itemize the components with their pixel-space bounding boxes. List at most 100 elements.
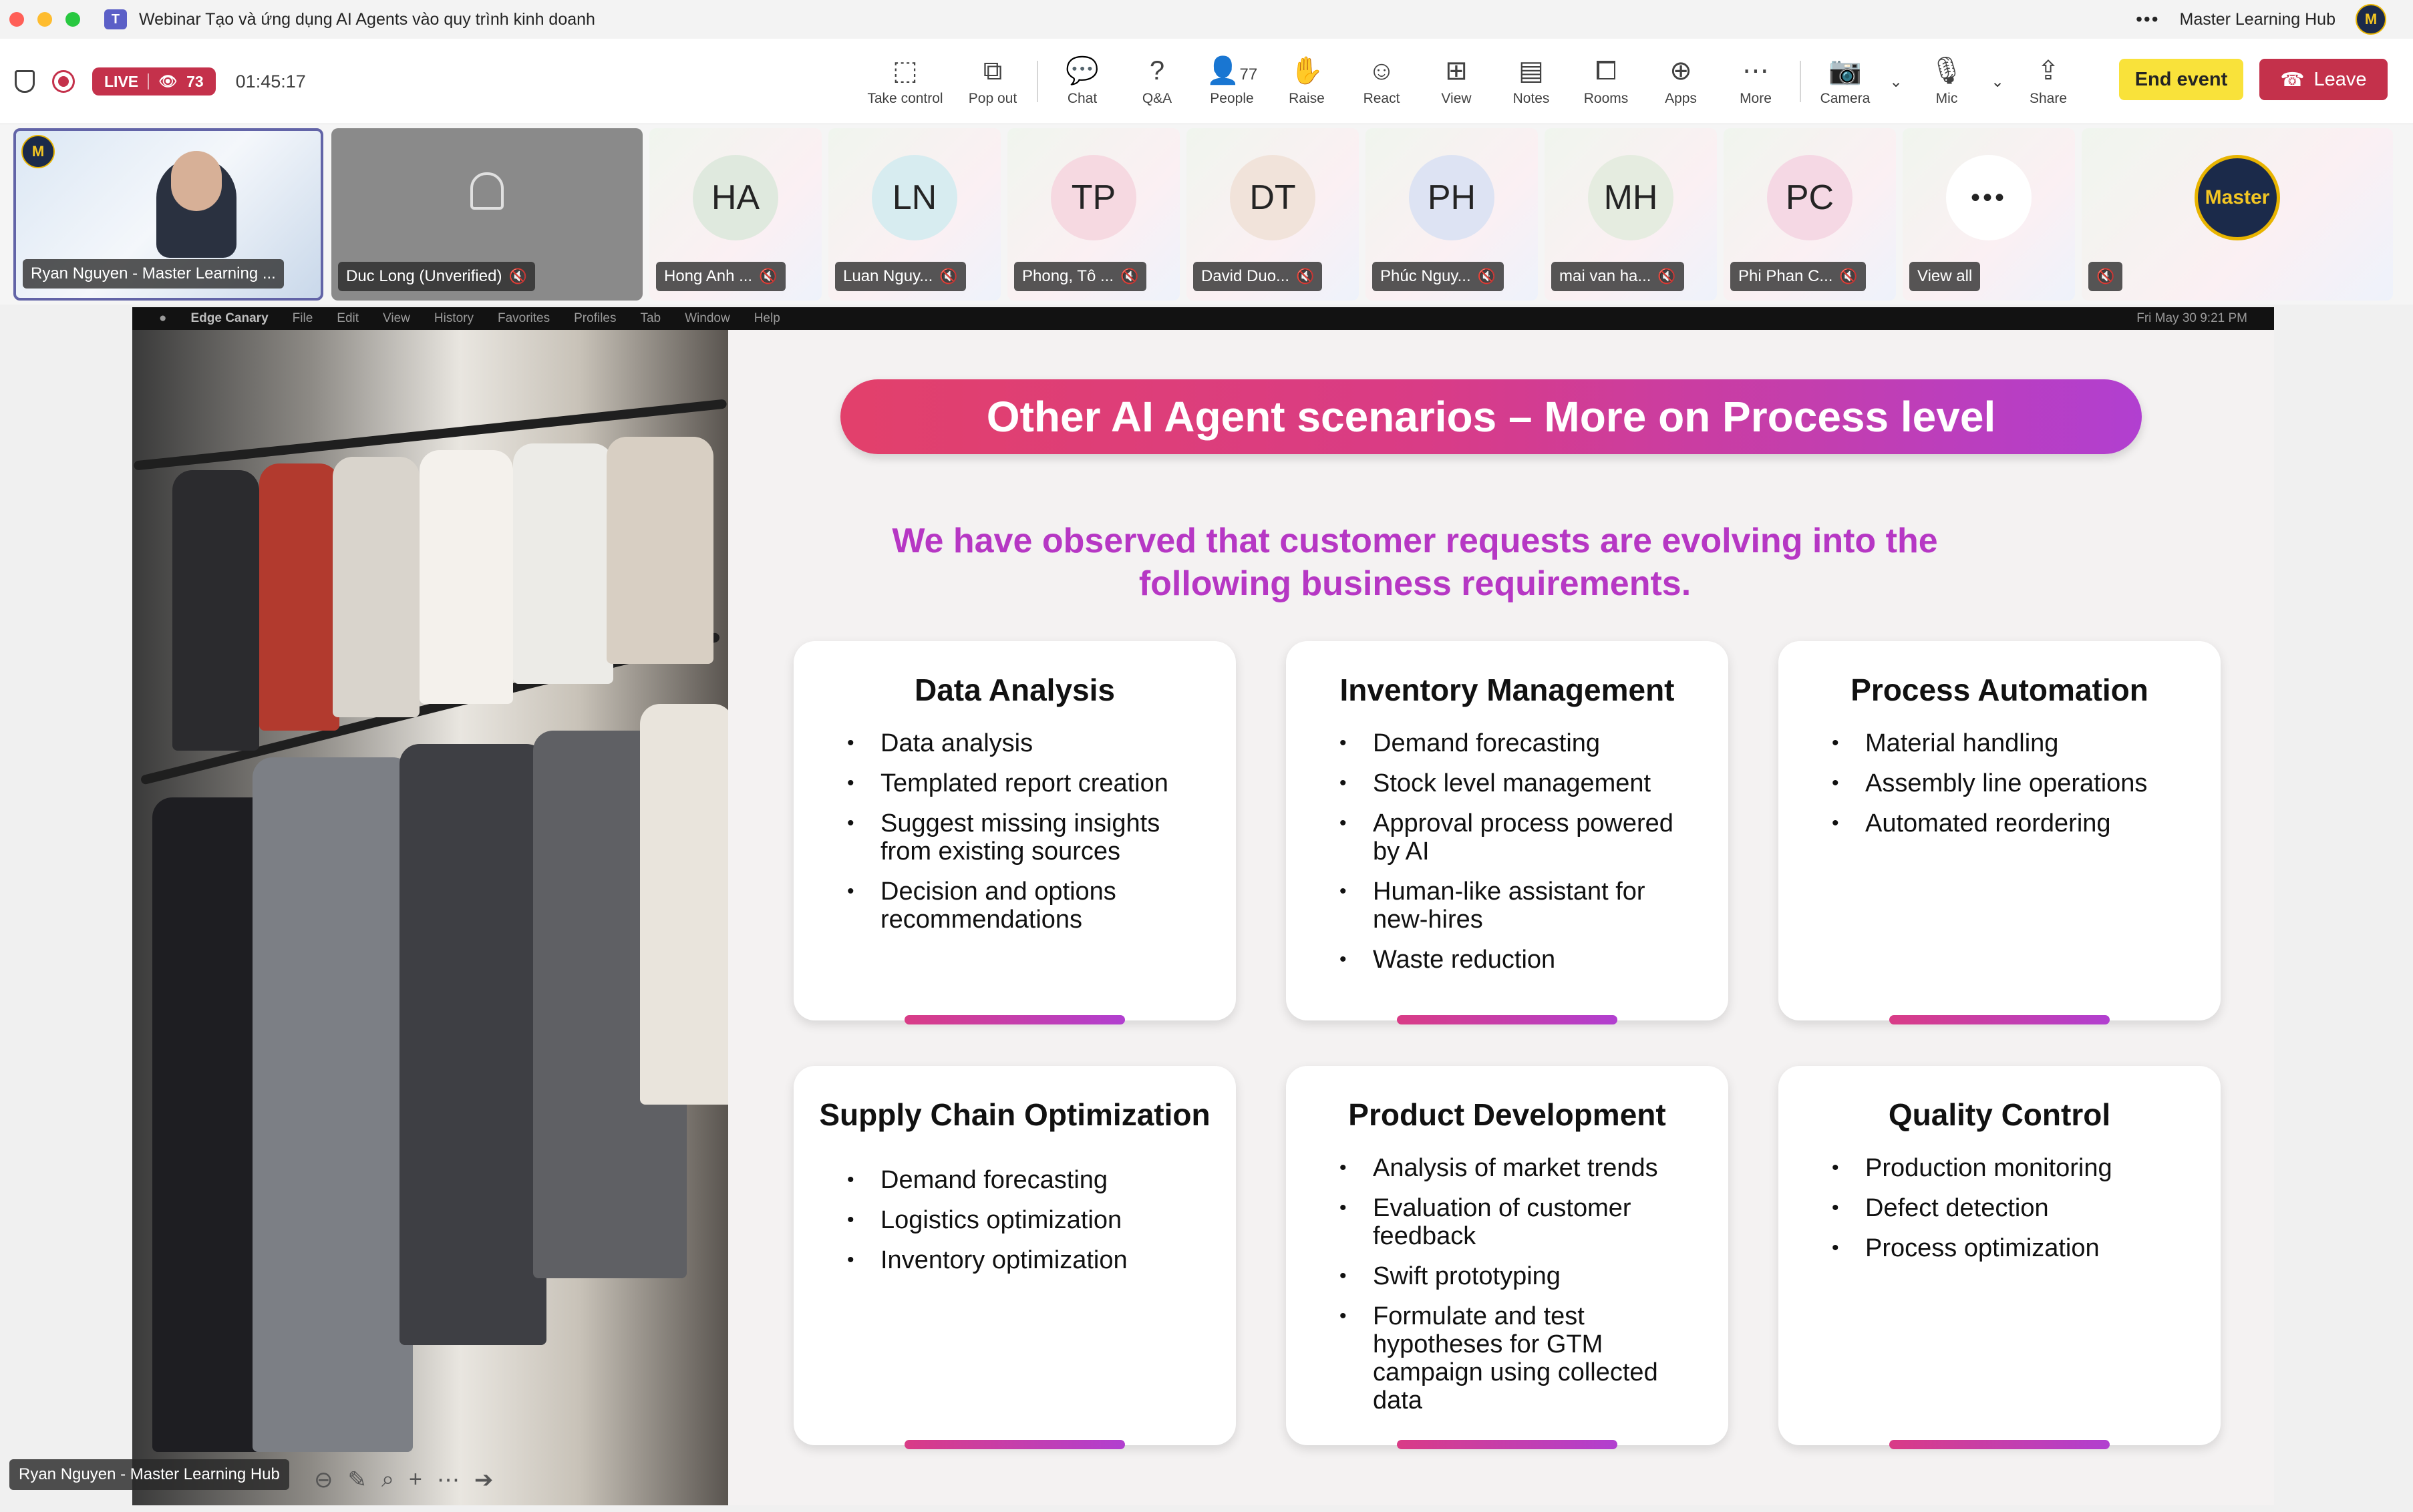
mic-button[interactable]: 🎙 Mic — [1909, 45, 1984, 118]
card-list: Production monitoring Defect detection P… — [1832, 1154, 2179, 1274]
card-item: Process optimization — [1832, 1234, 2179, 1262]
people-button[interactable]: 👤77 People — [1194, 45, 1269, 118]
more-participants-icon: ••• — [1946, 155, 2032, 240]
maximize-window-button[interactable] — [65, 12, 80, 27]
camera-options-chevron-icon[interactable]: ⌄ — [1883, 72, 1909, 91]
recording-icon[interactable] — [52, 70, 75, 93]
card-item: Templated report creation — [847, 769, 1194, 797]
card-item: Stock level management — [1339, 769, 1687, 797]
garment — [259, 463, 339, 731]
participant-tile-org[interactable]: Master 🔇 — [2082, 128, 2393, 301]
next-icon[interactable]: ➔ — [474, 1467, 494, 1493]
meeting-timer: 01:45:17 — [235, 71, 306, 91]
minimize-window-button[interactable] — [37, 12, 52, 27]
qa-label: Q&A — [1142, 91, 1172, 106]
more-tools-icon[interactable]: ⋯ — [437, 1467, 460, 1493]
card-accent-bar — [1889, 1015, 2110, 1024]
zoom-icon[interactable]: ⌕ — [381, 1467, 394, 1493]
raise-hand-button[interactable]: ✋ Raise — [1269, 45, 1344, 118]
teams-logo-icon: T — [104, 9, 127, 29]
participant-tile[interactable]: Duc Long (Unverified) 🔇 — [331, 128, 643, 301]
participant-tile[interactable]: HA Hong Anh ... 🔇 — [649, 128, 822, 301]
participant-tile[interactable]: MH mai van ha... 🔇 — [1545, 128, 1717, 301]
react-button[interactable]: ☺ React — [1344, 45, 1419, 118]
participant-name: Phong, Tô ... 🔇 — [1014, 262, 1147, 291]
window-title: Webinar Tạo và ứng dụng AI Agents vào qu… — [139, 9, 595, 29]
close-window-button[interactable] — [9, 12, 24, 27]
card-item: Assembly line operations — [1832, 769, 2179, 797]
apps-button[interactable]: ⊕ Apps — [1643, 45, 1718, 118]
garment — [333, 457, 420, 717]
card-accent-bar — [905, 1440, 1125, 1449]
viewer-tools: ⊖ ✎ ⌕ + ⋯ ➔ — [314, 1467, 493, 1493]
participant-name: Ryan Nguyen - Master Learning ... — [23, 259, 284, 289]
card-item: Suggest missing insights from existing s… — [847, 809, 1194, 866]
card-item: Inventory optimization — [847, 1246, 1194, 1274]
participant-name: Duc Long (Unverified) 🔇 — [338, 262, 535, 291]
profile-avatar[interactable]: M — [2356, 4, 2386, 35]
menu-item: Help — [754, 311, 780, 325]
pen-icon[interactable]: ✎ — [348, 1467, 367, 1493]
view-button[interactable]: ⊞ View — [1419, 45, 1494, 118]
viewer-count: 73 — [186, 72, 204, 90]
laser-pointer-icon[interactable]: ⊖ — [314, 1467, 333, 1493]
scenario-card: Product Development Analysis of market t… — [1286, 1066, 1728, 1449]
hand-icon: ✋ — [1290, 56, 1323, 85]
chat-label: Chat — [1067, 91, 1098, 106]
master-logo-icon: M — [21, 135, 55, 168]
card-list: Analysis of market trends Evaluation of … — [1339, 1154, 1687, 1427]
participant-tile[interactable]: TP Phong, Tô ... 🔇 — [1007, 128, 1180, 301]
pop-out-button[interactable]: ⧉ Pop out — [955, 45, 1030, 118]
qa-button[interactable]: ? Q&A — [1120, 45, 1194, 118]
mic-off-icon: 🎙 — [1929, 56, 1964, 85]
share-button[interactable]: ⇪ Share — [2011, 45, 2086, 118]
participant-name: Phúc Nguy... 🔇 — [1372, 262, 1504, 291]
mic-muted-icon: 🔇 — [1296, 268, 1315, 285]
card-item: Automated reordering — [1832, 809, 2179, 837]
add-icon[interactable]: + — [409, 1467, 422, 1493]
leave-button[interactable]: ☎ Leave — [2259, 59, 2388, 100]
chat-icon: 💬 — [1066, 56, 1099, 85]
react-label: React — [1363, 91, 1400, 106]
participant-avatar: TP — [1051, 155, 1136, 240]
meeting-toolbar: LIVE 👁 73 01:45:17 ⬚ Take control ⧉ Pop … — [0, 39, 2413, 124]
card-item: Demand forecasting — [1339, 729, 1687, 757]
participant-tile-presenter[interactable]: M Ryan Nguyen - Master Learning ... — [13, 128, 323, 301]
live-badge[interactable]: LIVE 👁 73 — [92, 67, 216, 96]
participant-tile[interactable]: LN Luan Nguy... 🔇 — [828, 128, 1001, 301]
camera-label: Camera — [1820, 91, 1871, 106]
end-event-button[interactable]: End event — [2119, 59, 2243, 100]
participant-tile[interactable]: PH Phúc Nguy... 🔇 — [1365, 128, 1538, 301]
participant-avatar: DT — [1230, 155, 1315, 240]
participant-tile[interactable]: DT David Duo... 🔇 — [1186, 128, 1359, 301]
notes-icon: ▤ — [1518, 56, 1544, 85]
shield-icon[interactable] — [15, 70, 35, 93]
garment — [172, 470, 259, 751]
take-control-button[interactable]: ⬚ Take control — [855, 45, 955, 118]
garment — [607, 437, 713, 664]
apps-label: Apps — [1665, 91, 1697, 106]
master-logo-icon: Master — [2195, 155, 2280, 240]
title-bar: T Webinar Tạo và ứng dụng AI Agents vào … — [0, 0, 2413, 39]
qa-icon: ? — [1149, 56, 1165, 85]
more-button[interactable]: ⋯ More — [1718, 45, 1793, 118]
pop-out-label: Pop out — [968, 91, 1017, 106]
camera-button[interactable]: 📷 Camera — [1808, 45, 1883, 118]
participant-avatar: LN — [872, 155, 957, 240]
card-title: Inventory Management — [1339, 673, 1675, 707]
rooms-button[interactable]: ⧠ Rooms — [1569, 45, 1643, 118]
garment — [253, 757, 413, 1452]
participant-name: Hong Anh ... 🔇 — [656, 262, 786, 291]
share-icon: ⇪ — [2037, 56, 2060, 85]
garment — [640, 704, 728, 1105]
card-item: Analysis of market trends — [1339, 1154, 1687, 1182]
grid-icon: ⊞ — [1445, 56, 1468, 85]
more-options-icon[interactable]: ••• — [2136, 9, 2159, 30]
mic-options-chevron-icon[interactable]: ⌄ — [1984, 72, 2011, 91]
people-icon: 👤77 — [1206, 56, 1258, 85]
participant-tile[interactable]: PC Phi Phan C... 🔇 — [1724, 128, 1896, 301]
view-all-tile[interactable]: ••• View all — [1903, 128, 2075, 301]
chat-button[interactable]: 💬 Chat — [1045, 45, 1120, 118]
menu-clock: Fri May 30 9:21 PM — [2136, 311, 2247, 325]
notes-button[interactable]: ▤ Notes — [1494, 45, 1569, 118]
